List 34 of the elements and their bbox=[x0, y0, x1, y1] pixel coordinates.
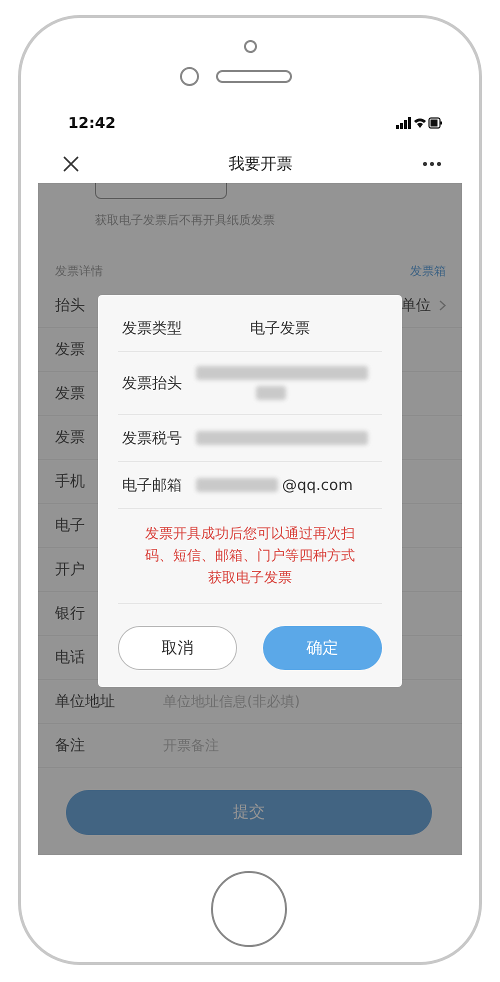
dialog-value: 电子发票 bbox=[250, 318, 310, 338]
camera-icon bbox=[180, 67, 199, 86]
field-label: 单位地址 bbox=[55, 692, 116, 711]
field-label: 抬头 bbox=[55, 296, 85, 315]
dialog-label: 电子邮箱 bbox=[122, 476, 183, 494]
more-icon[interactable] bbox=[422, 161, 442, 167]
status-icons bbox=[396, 116, 442, 130]
cancel-button[interactable]: 取消 bbox=[118, 626, 237, 670]
chevron-icon bbox=[439, 300, 446, 311]
dialog-message: 发票开具成功后您可以通过再次扫码、短信、邮箱、门户等四种方式获取电子发票 bbox=[118, 509, 382, 604]
field-label: 手机 bbox=[55, 472, 85, 491]
dialog-label: 发票税号 bbox=[122, 428, 183, 448]
dialog-label: 发票抬头 bbox=[122, 374, 183, 392]
field-label: 银行 bbox=[55, 604, 85, 623]
field-label: 开户 bbox=[55, 560, 85, 579]
section-link[interactable]: 发票箱 bbox=[410, 263, 446, 280]
home-button[interactable] bbox=[211, 870, 287, 946]
redacted-value bbox=[256, 386, 286, 400]
field-label: 备注 bbox=[55, 736, 86, 755]
field-label: 发票 bbox=[55, 428, 85, 447]
field-label: 发票 bbox=[55, 384, 85, 403]
page-title: 我要开票 bbox=[228, 154, 292, 174]
dialog-label: 发票类型 bbox=[122, 318, 183, 338]
field-label: 发票 bbox=[55, 340, 85, 359]
email-domain: @qq.com bbox=[282, 476, 353, 494]
field-label: 电子 bbox=[55, 516, 85, 535]
field-label: 电话 bbox=[55, 648, 85, 667]
sensor-icon bbox=[244, 40, 256, 53]
select-value[interactable]: 单位 bbox=[401, 296, 431, 315]
confirm-button[interactable]: 确定 bbox=[263, 626, 382, 670]
submit-button[interactable]: 提交 bbox=[66, 790, 432, 835]
status-time: 12:42 bbox=[68, 114, 116, 132]
speaker-icon bbox=[216, 70, 292, 83]
close-icon[interactable] bbox=[63, 156, 79, 172]
